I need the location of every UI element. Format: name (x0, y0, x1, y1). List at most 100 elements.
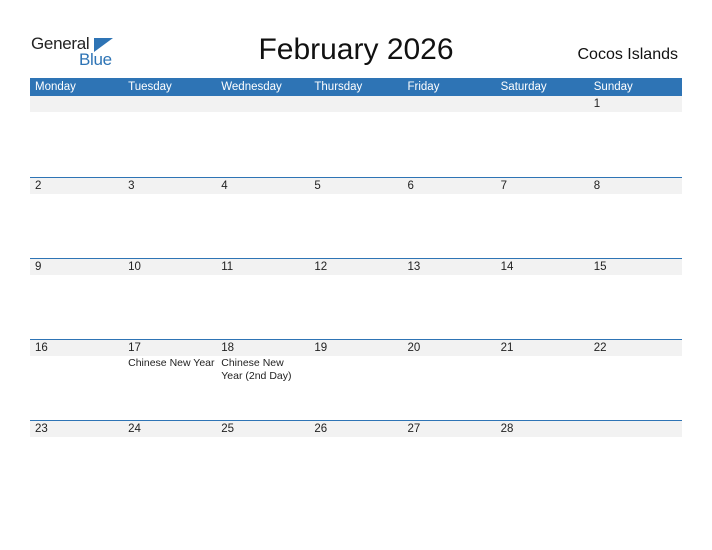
holiday-label (128, 275, 216, 276)
holiday-label (221, 437, 309, 438)
holiday-label (501, 194, 589, 195)
day-cell: 6 (403, 178, 496, 195)
weekday-wednesday: Wednesday (221, 81, 282, 93)
day-number: 9 (35, 261, 42, 273)
week-row: 2 3 4 5 6 7 8 (30, 177, 682, 258)
day-number: 3 (128, 180, 135, 192)
holiday-label (594, 112, 682, 113)
holiday-label (35, 194, 123, 195)
holiday-label (408, 356, 496, 357)
holiday-label (314, 194, 402, 195)
day-cell: 9 (30, 259, 123, 276)
day-number (221, 96, 309, 112)
holiday-label (314, 112, 402, 113)
holiday-label (501, 437, 589, 438)
day-cell: 4 (216, 178, 309, 195)
weeks-container: 1 2 3 4 5 6 7 8 9 10 11 12 13 14 15 16 17 Chinese New Yea… (30, 96, 682, 501)
holiday-label: Chinese New Year (128, 357, 215, 369)
holiday-label (35, 275, 123, 276)
day-cell (403, 96, 496, 113)
day-number: 7 (500, 180, 508, 192)
day-number: 4 (221, 180, 228, 192)
holiday-label (35, 356, 123, 357)
day-cell: 14 (496, 259, 589, 276)
weekday-saturday: Saturday (500, 81, 547, 93)
week-days: 9 10 11 12 13 14 15 (30, 259, 682, 276)
day-number (408, 96, 496, 112)
day-number: 20 (407, 342, 421, 354)
holiday-label (314, 356, 402, 357)
holiday-label (128, 112, 216, 113)
day-cell: 10 (123, 259, 216, 276)
weekday-friday: Friday (407, 81, 440, 93)
holiday-label (128, 437, 216, 438)
day-number: 26 (314, 423, 328, 435)
holiday-label (128, 194, 216, 195)
day-cell (216, 96, 309, 113)
weekday-header: Monday Tuesday Wednesday Thursday Friday… (30, 78, 682, 96)
day-cell: 15 (589, 259, 682, 276)
holiday-label (35, 437, 123, 438)
weekday-thursday: Thursday (314, 81, 363, 93)
holiday-label (314, 437, 402, 438)
holiday-label (501, 275, 589, 276)
week-days: 16 17 Chinese New Year 18 Chinese New Year (… (30, 340, 682, 383)
day-number: 1 (593, 98, 601, 110)
day-number: 25 (221, 423, 235, 435)
day-cell: 22 (589, 340, 682, 383)
day-cell: 7 (496, 178, 589, 195)
week-row: 16 17 Chinese New Year 18 Chinese New Year (… (30, 339, 682, 420)
day-cell: 8 (589, 178, 682, 195)
day-cell (309, 96, 402, 113)
week-days: 23 24 25 26 27 28 (30, 421, 682, 438)
day-number: 12 (314, 261, 328, 273)
day-number: 21 (500, 342, 514, 354)
day-number: 16 (35, 342, 48, 354)
holiday-label (221, 112, 309, 113)
day-number: 23 (35, 423, 48, 435)
day-cell: 3 (123, 178, 216, 195)
day-number: 27 (407, 423, 421, 435)
day-cell: 18 Chinese New Year (2nd Day) (216, 340, 309, 383)
day-cell: 12 (309, 259, 402, 276)
day-cell: 24 (123, 421, 216, 438)
holiday-label (594, 437, 682, 438)
week-row: 23 24 25 26 27 28 (30, 420, 682, 501)
day-number (501, 96, 589, 112)
day-number (128, 96, 216, 112)
day-cell (123, 96, 216, 113)
country-label: Cocos Islands (577, 46, 679, 63)
day-cell: 13 (403, 259, 496, 276)
holiday-label (594, 194, 682, 195)
day-cell: 23 (30, 421, 123, 438)
holiday-label (594, 356, 682, 357)
day-cell: 17 Chinese New Year (123, 340, 216, 383)
week-days: 2 3 4 5 6 7 8 (30, 178, 682, 195)
week-row: 1 (30, 96, 682, 177)
day-cell (589, 421, 682, 438)
holiday-label (501, 112, 589, 113)
day-cell: 21 (496, 340, 589, 383)
day-cell: 25 (216, 421, 309, 438)
day-cell: 26 (309, 421, 402, 438)
weekday-monday: Monday (35, 81, 76, 93)
holiday-label (221, 275, 309, 276)
day-number: 15 (593, 261, 607, 273)
day-number: 18 (221, 342, 235, 354)
holiday-label (221, 194, 309, 195)
holiday-label: Chinese New Year (2nd Day) (221, 357, 292, 382)
day-number: 17 (128, 342, 141, 354)
weekday-tuesday: Tuesday (128, 81, 172, 93)
day-number: 11 (221, 261, 234, 273)
holiday-label (408, 194, 496, 195)
day-number (314, 96, 402, 112)
holiday-label (35, 112, 123, 113)
day-number: 5 (314, 180, 321, 192)
day-cell: 28 (496, 421, 589, 438)
calendar-grid: Monday Tuesday Wednesday Thursday Friday… (30, 78, 682, 501)
day-cell: 16 (30, 340, 123, 383)
day-number: 8 (593, 180, 601, 192)
day-number: 22 (593, 342, 607, 354)
day-number (594, 421, 682, 437)
holiday-label (408, 112, 496, 113)
